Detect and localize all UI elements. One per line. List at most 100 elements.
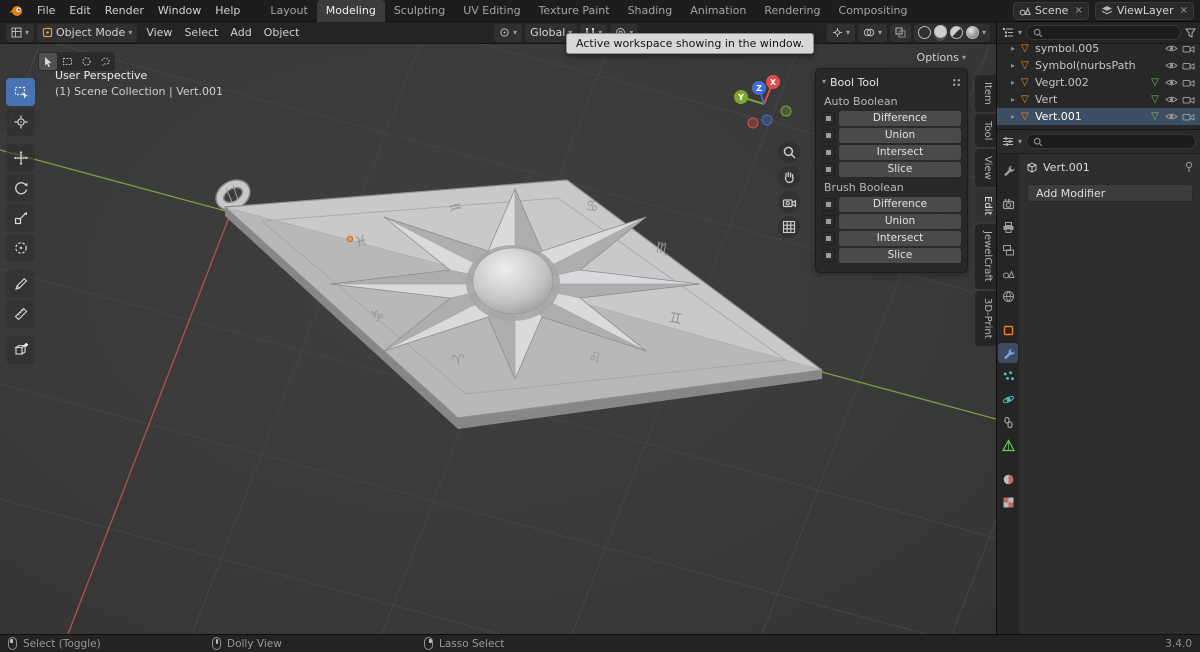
panel-collapse-icon[interactable]: ▾ <box>822 78 826 86</box>
camera-view-icon[interactable] <box>778 191 800 213</box>
world-tab-icon[interactable] <box>998 286 1018 306</box>
workspace-tab[interactable]: Shading <box>619 0 682 22</box>
shading-wireframe-icon[interactable] <box>918 26 931 39</box>
outliner-row[interactable]: ▸ ▽ symbol.005 ▽ <box>997 40 1200 57</box>
scene-selector[interactable]: Scene × <box>1012 1 1089 20</box>
viewport-menu-item[interactable]: Object <box>258 23 306 43</box>
xray-toggle[interactable] <box>890 23 911 42</box>
zoom-icon[interactable] <box>778 141 800 163</box>
outliner-row[interactable]: ▸ ▽ Vert ▽ <box>997 91 1200 108</box>
properties-search[interactable] <box>1026 134 1196 149</box>
object-data-tab-icon[interactable] <box>998 435 1018 455</box>
shading-material-icon[interactable] <box>950 26 963 39</box>
menu-item[interactable]: Edit <box>62 0 97 21</box>
boolean-operation-button[interactable]: Difference <box>839 197 961 212</box>
object-tab-icon[interactable] <box>998 320 1018 340</box>
workspace-tab[interactable]: UV Editing <box>454 0 529 22</box>
tool-cursor[interactable] <box>6 108 35 136</box>
boolean-operation-button[interactable]: Intersect <box>839 231 961 246</box>
axis-negative-x[interactable] <box>747 117 759 129</box>
disclosure-triangle-icon[interactable]: ▸ <box>1011 78 1021 87</box>
boolean-operation-button[interactable]: Union <box>839 128 961 143</box>
workspace-tab[interactable]: Modeling <box>316 0 385 22</box>
axis-negative-z[interactable] <box>761 114 773 126</box>
toggle-perspective-icon[interactable] <box>778 216 800 238</box>
pendant-model[interactable]: ♒ ♋♏♊♌♈♑♓ <box>215 179 824 429</box>
disclosure-triangle-icon[interactable]: ▸ <box>1011 44 1021 53</box>
workspace-tab[interactable]: Rendering <box>755 0 829 22</box>
tool-move[interactable] <box>6 144 35 172</box>
tool-rotate[interactable] <box>6 174 35 202</box>
sidebar-tab[interactable]: Tool <box>975 113 996 148</box>
panel-options-icon[interactable] <box>952 77 961 87</box>
boolean-operation-button[interactable]: Intersect <box>839 145 961 160</box>
axis-negative-y[interactable] <box>780 105 792 117</box>
physics-tab-icon[interactable] <box>998 389 1018 409</box>
transform-pivot-button[interactable]: ▾ <box>494 23 523 42</box>
workspace-tab[interactable]: Sculpting <box>385 0 454 22</box>
menu-item[interactable]: File <box>30 0 62 21</box>
3d-viewport[interactable]: ♒ ♋ ♏ ♊ ♌ ♈ ♑ ♓ User Perspective (1) Scene Coll… <box>0 44 996 634</box>
outliner-search[interactable] <box>1026 25 1181 40</box>
boolean-operation-button[interactable]: Slice <box>839 162 961 177</box>
pin-icon[interactable] <box>1184 161 1194 173</box>
workspace-tab[interactable]: Animation <box>681 0 755 22</box>
editor-type-button[interactable]: ▾ <box>6 23 35 42</box>
sidebar-tab[interactable]: Item <box>975 75 996 112</box>
menu-item[interactable]: Render <box>98 0 151 21</box>
material-tab-icon[interactable] <box>998 469 1018 489</box>
sidebar-tab[interactable]: View <box>975 149 996 187</box>
tool-transform[interactable] <box>6 234 35 262</box>
circle-select-icon[interactable] <box>77 53 95 70</box>
remove-view-layer-icon[interactable]: × <box>1178 5 1188 16</box>
disable-in-render-icon[interactable] <box>1180 44 1197 54</box>
render-tab-icon[interactable] <box>998 194 1018 214</box>
constraints-tab-icon[interactable] <box>998 412 1018 432</box>
sidebar-tab[interactable]: JewelCraft <box>975 224 996 290</box>
workspace-tab[interactable]: Layout <box>261 0 316 22</box>
hide-in-viewport-icon[interactable] <box>1163 78 1180 87</box>
view-layer-selector[interactable]: ViewLayer × <box>1094 1 1194 20</box>
shading-rendered-icon[interactable] <box>966 26 979 39</box>
boolean-operation-button[interactable]: Difference <box>839 111 961 126</box>
viewport-menu-item[interactable]: View <box>140 23 178 43</box>
tweak-select-icon[interactable] <box>39 53 57 70</box>
hide-in-viewport-icon[interactable] <box>1163 44 1180 53</box>
menu-item[interactable]: Window <box>151 0 208 21</box>
sidebar-tab[interactable]: 3D-Print <box>975 291 996 346</box>
hide-in-viewport-icon[interactable] <box>1163 95 1180 104</box>
show-gizmo-button[interactable]: ▾ <box>826 23 855 42</box>
shading-solid-icon[interactable] <box>934 24 947 38</box>
tool-measure[interactable] <box>6 300 35 328</box>
outliner-row[interactable]: ▸ ▽ Symbol(nurbsPath ▽ <box>997 57 1200 74</box>
tool-tab-icon[interactable] <box>998 160 1018 180</box>
outliner-row[interactable]: ▸ ▽ Vegrt.002 ▽ <box>997 74 1200 91</box>
outliner-editor-icon[interactable] <box>1002 27 1014 38</box>
boolean-operation-button[interactable]: Slice <box>839 248 961 263</box>
blender-logo-icon[interactable] <box>8 4 24 18</box>
navigation-gizmo[interactable]: X Y Z <box>726 70 804 140</box>
add-modifier-button[interactable]: Add Modifier <box>1027 184 1193 202</box>
workspace-tab[interactable]: Compositing <box>830 0 917 22</box>
disable-in-render-icon[interactable] <box>1180 61 1197 71</box>
editor-type-caret[interactable]: ▾ <box>1018 137 1022 146</box>
disable-in-render-icon[interactable] <box>1180 78 1197 88</box>
outliner-row[interactable]: ▸ ▽ Vert.001 ▽ <box>997 108 1200 125</box>
view-layer-tab-icon[interactable] <box>998 240 1018 260</box>
tool-scale[interactable] <box>6 204 35 232</box>
pan-hand-icon[interactable] <box>778 166 800 188</box>
disclosure-triangle-icon[interactable]: ▸ <box>1011 61 1021 70</box>
options-button[interactable]: Options ▾ <box>917 51 966 64</box>
texture-tab-icon[interactable] <box>998 492 1018 512</box>
disable-in-render-icon[interactable] <box>1180 95 1197 105</box>
output-tab-icon[interactable] <box>998 217 1018 237</box>
filter-icon[interactable] <box>1185 28 1196 38</box>
properties-editor-icon[interactable] <box>1002 136 1014 147</box>
workspace-tab[interactable]: Geometry Nodes <box>916 0 921 22</box>
boolean-operation-button[interactable]: Union <box>839 214 961 229</box>
disclosure-triangle-icon[interactable]: ▸ <box>1011 95 1021 104</box>
lasso-select-icon[interactable] <box>96 53 114 70</box>
modifiers-tab-icon[interactable] <box>998 343 1018 363</box>
tool-add-cube[interactable] <box>6 336 35 364</box>
tool-annotate[interactable] <box>6 270 35 298</box>
